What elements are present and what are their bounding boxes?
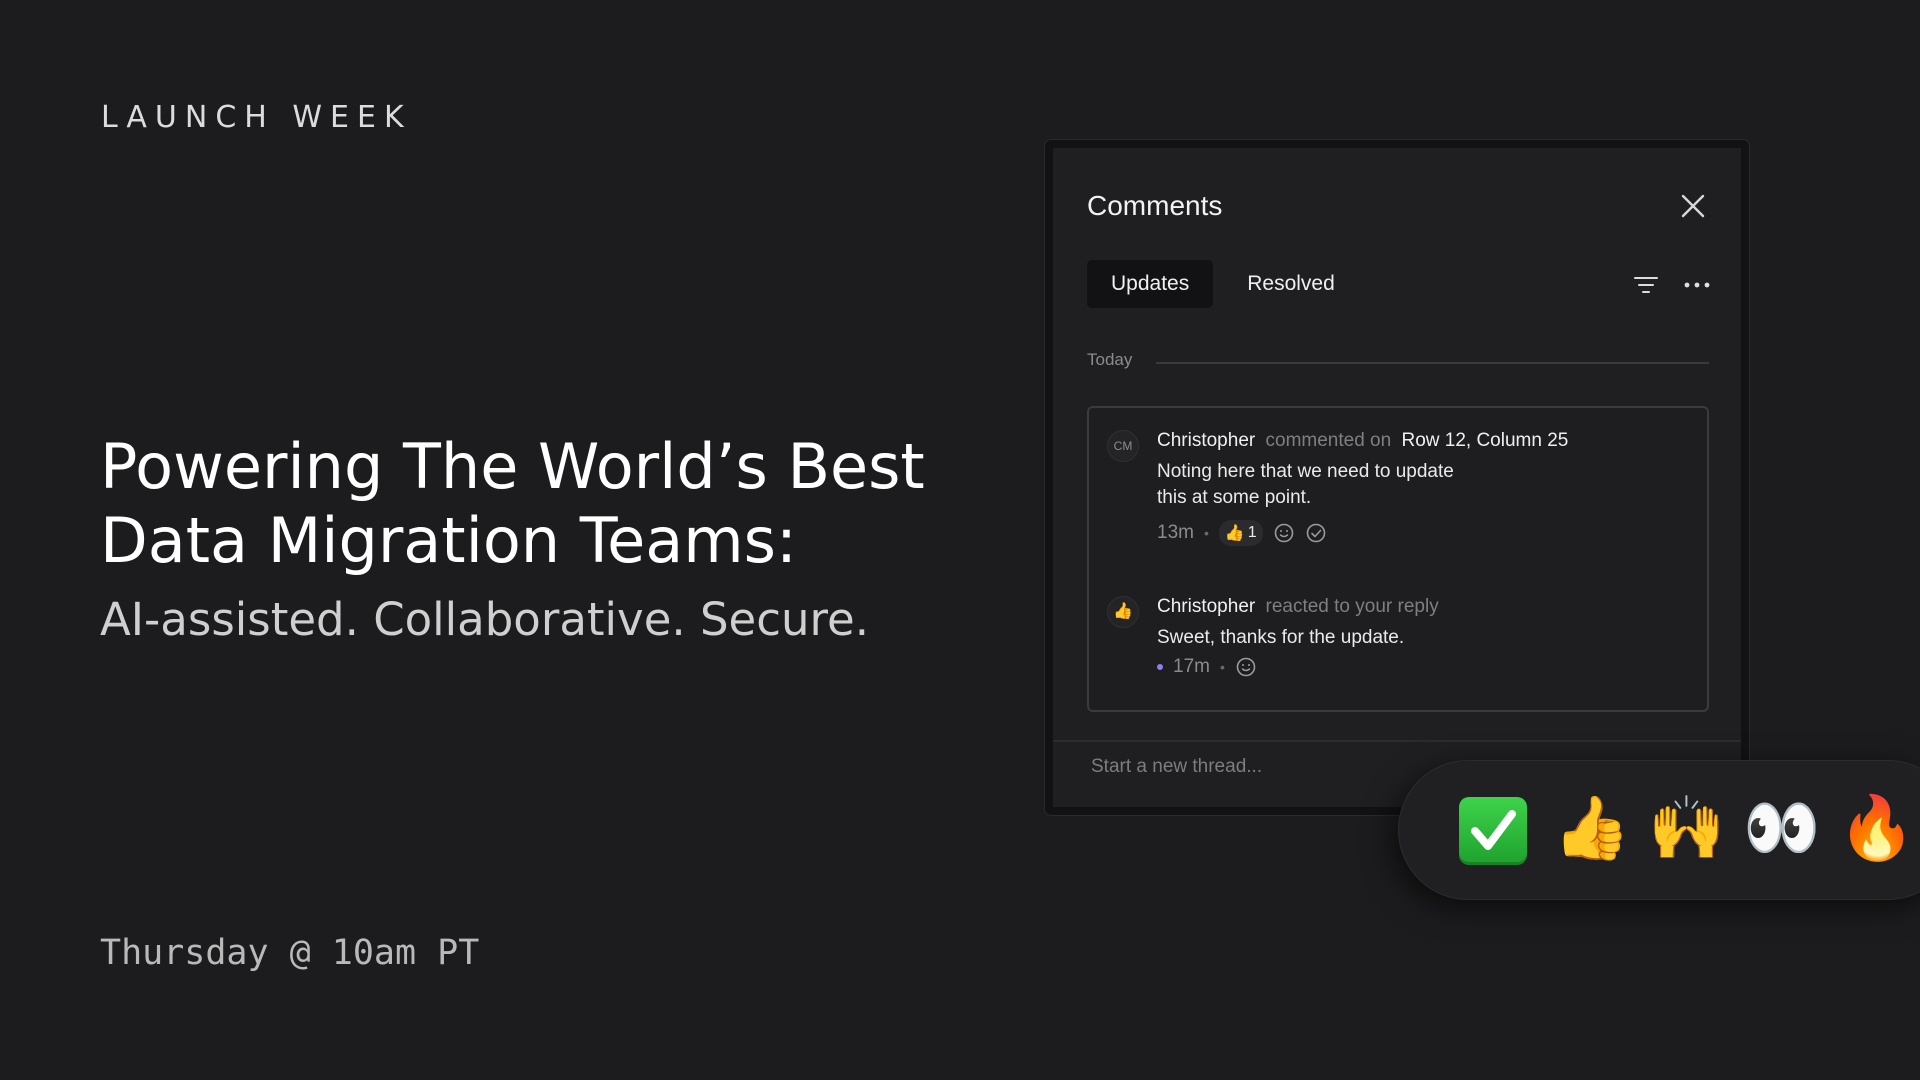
comment-body-line-2: this at some point. bbox=[1157, 487, 1312, 508]
fire-emoji-button[interactable]: 🔥 bbox=[1837, 789, 1917, 869]
raising-hands-emoji-button[interactable]: 🙌 bbox=[1647, 789, 1727, 869]
panel-title: Comments bbox=[1087, 190, 1223, 221]
thumbs-up-emoji-button[interactable]: 👍 bbox=[1552, 789, 1632, 869]
more-horizontal-icon bbox=[1684, 282, 1710, 288]
comment-body-line-1: Noting here that we need to update bbox=[1157, 461, 1454, 482]
comment-body: Sweet, thanks for the update. bbox=[1157, 627, 1405, 648]
filter-icon bbox=[1634, 277, 1658, 293]
launch-week-eyebrow: LAUNCH WEEK bbox=[101, 100, 412, 135]
separator-dot: • bbox=[1203, 525, 1209, 541]
reaction-count: 1 bbox=[1247, 524, 1257, 541]
more-options-button[interactable] bbox=[1681, 270, 1713, 300]
eyes-emoji-button[interactable]: 👀 bbox=[1742, 789, 1822, 869]
tab-updates[interactable]: Updates bbox=[1087, 260, 1214, 308]
add-reaction-icon[interactable] bbox=[1273, 522, 1295, 544]
add-reaction-icon[interactable] bbox=[1235, 656, 1257, 678]
filter-button[interactable] bbox=[1631, 270, 1661, 300]
comments-panel: Comments Updates Resolved Today CM Chris… bbox=[1045, 140, 1749, 815]
event-date: Thursday @ 10am PT bbox=[100, 933, 480, 973]
headline-line-2: Data Migration Teams: bbox=[100, 504, 797, 577]
comment-thread[interactable]: CM Christopher commented on Row 12, Colu… bbox=[1087, 406, 1709, 712]
check-mark-icon bbox=[1471, 810, 1516, 850]
comment-header: Christopher reacted to your reply bbox=[1157, 596, 1444, 618]
subheadline: AI-assisted. Collaborative. Secure. bbox=[100, 593, 869, 646]
reaction-avatar: 👍 bbox=[1107, 596, 1139, 628]
comment-header: Christopher commented on Row 12, Column … bbox=[1157, 430, 1568, 452]
close-icon bbox=[1681, 194, 1705, 218]
separator-dot: • bbox=[1219, 659, 1225, 675]
unread-indicator bbox=[1157, 664, 1163, 670]
comment-author[interactable]: Christopher bbox=[1157, 430, 1255, 451]
comment-author[interactable]: Christopher bbox=[1157, 596, 1255, 617]
comment-action: commented on bbox=[1265, 430, 1392, 451]
headline: Powering The World’s Best Data Migration… bbox=[100, 430, 1000, 578]
avatar: CM bbox=[1107, 430, 1139, 462]
comment-meta: 13m • 👍 1 bbox=[1157, 520, 1327, 546]
comment-time: 17m bbox=[1173, 656, 1210, 677]
comment-tabs: Updates Resolved bbox=[1087, 260, 1359, 308]
section-label-today: Today bbox=[1087, 350, 1133, 369]
composer-divider bbox=[1053, 740, 1741, 742]
tab-resolved[interactable]: Resolved bbox=[1223, 260, 1359, 308]
headline-line-1: Powering The World’s Best bbox=[100, 430, 925, 503]
check-mark-emoji-button[interactable] bbox=[1459, 797, 1527, 865]
comment-target-link[interactable]: Row 12, Column 25 bbox=[1401, 430, 1568, 451]
close-button[interactable] bbox=[1675, 188, 1711, 224]
comment-meta: 17m • bbox=[1157, 656, 1257, 678]
comment-time: 13m bbox=[1157, 522, 1194, 543]
comment-body: Noting here that we need to update this … bbox=[1157, 459, 1517, 511]
emoji-reaction-bar: 👍 🙌 👀 🔥 bbox=[1398, 760, 1920, 900]
section-divider bbox=[1156, 362, 1709, 364]
resolve-check-icon[interactable] bbox=[1305, 522, 1327, 544]
reaction-pill[interactable]: 👍 1 bbox=[1218, 520, 1263, 546]
comment-action: reacted to your reply bbox=[1265, 596, 1439, 617]
thumbs-up-icon: 👍 bbox=[1224, 525, 1245, 542]
